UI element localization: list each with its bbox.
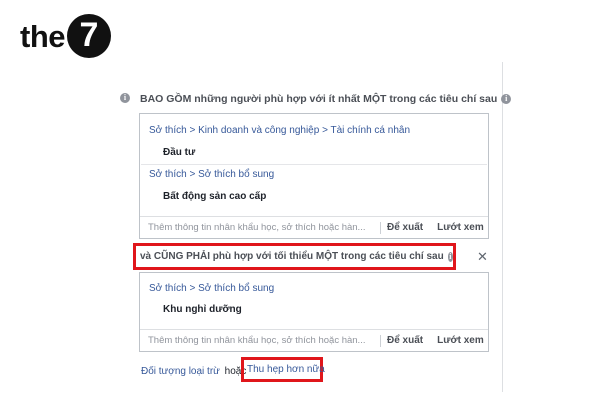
include-header-text: BAO GỒM những người phù hợp với ít nhất … — [140, 93, 498, 105]
narrow-criteria-box: Sở thích > Sở thích bổ sung Khu nghỉ dưỡ… — [139, 272, 489, 352]
criteria-separator — [141, 164, 487, 165]
info-icon[interactable]: i — [447, 251, 453, 262]
info-icon[interactable]: i — [120, 93, 130, 103]
input-divider — [380, 221, 381, 234]
narrow-further-link[interactable]: Thu hẹp hơn nữa — [241, 357, 325, 382]
include-criteria-box: Sở thích > Kinh doanh và công nghiệp > T… — [139, 113, 489, 239]
include-input-row: Để xuất Lướt xem — [140, 216, 488, 238]
exclude-audience-link[interactable]: Đối tượng loại trừ — [141, 366, 220, 377]
criteria-path-additional-interests[interactable]: Sở thích > Sở thích bổ sung — [149, 169, 274, 180]
criteria-item-luxury-real-estate: Bất động sản cao cấp — [163, 191, 267, 202]
narrow-search-input[interactable] — [140, 335, 378, 346]
browse-button[interactable]: Lướt xem — [437, 335, 484, 346]
narrow-input-row: Để xuất Lướt xem — [140, 329, 488, 351]
narrow-audience-header: và CŨNG PHẢI phù hợp với tối thiểu MỘT t… — [133, 243, 456, 270]
suggest-button[interactable]: Để xuất — [387, 222, 423, 233]
include-header: BAO GỒM những người phù hợp với ít nhất … — [140, 93, 512, 105]
info-icon[interactable]: i — [501, 94, 512, 104]
criteria-path-additional-interests[interactable]: Sở thích > Sở thích bổ sung — [149, 283, 274, 294]
narrow-header-text: và CŨNG PHẢI phù hợp với tối thiểu MỘT t… — [140, 251, 444, 262]
audience-actions-row: Đối tượng loại trừ hoặc — [141, 366, 248, 377]
criteria-path-finance[interactable]: Sở thích > Kinh doanh và công nghiệp > T… — [149, 125, 410, 136]
include-search-input[interactable] — [140, 222, 378, 233]
logo-text: the — [20, 18, 66, 54]
criteria-item-investment: Đầu tư — [163, 147, 196, 158]
browse-button[interactable]: Lướt xem — [437, 222, 484, 233]
brand-logo: the 7 — [20, 14, 111, 58]
logo-numeral: 7 — [79, 16, 99, 54]
criteria-item-resorts: Khu nghỉ dưỡng — [163, 304, 242, 315]
panel-divider — [502, 62, 503, 392]
logo-badge: 7 — [67, 14, 111, 58]
input-divider — [380, 334, 381, 347]
suggest-button[interactable]: Để xuất — [387, 335, 423, 346]
close-icon[interactable]: ✕ — [477, 250, 488, 263]
narrow-further-label[interactable]: Thu hẹp hơn nữa — [247, 364, 325, 375]
